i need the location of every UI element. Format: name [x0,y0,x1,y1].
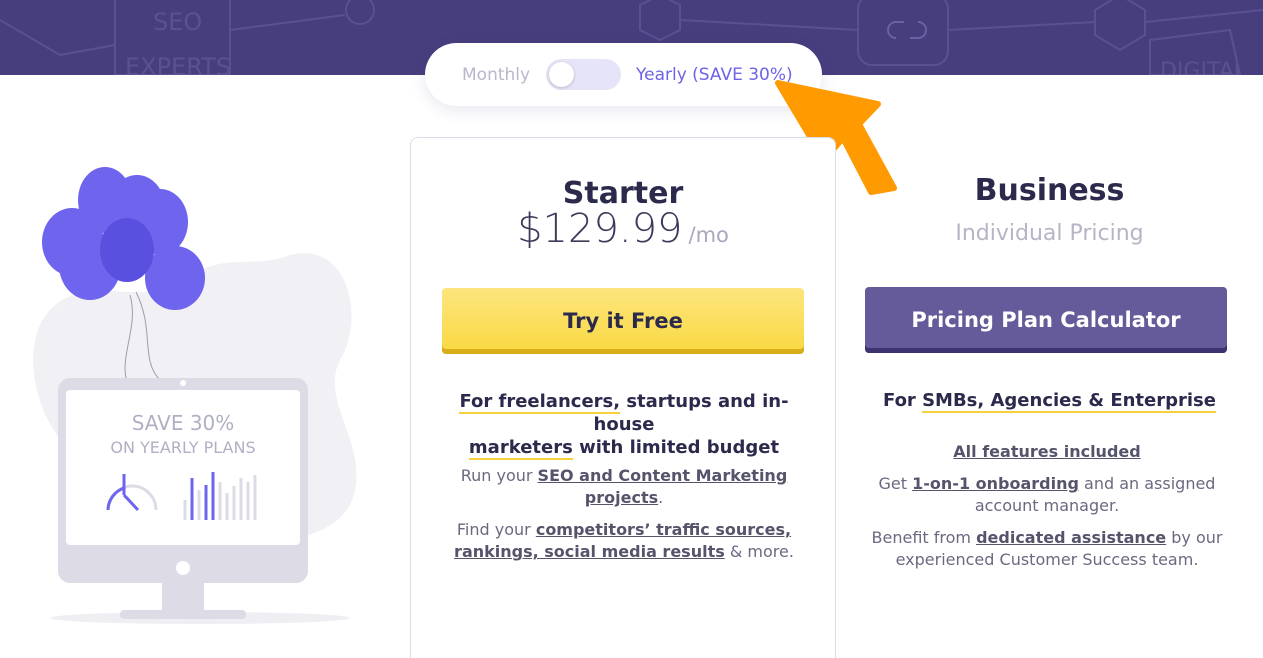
audience-text: For [883,390,923,411]
promo-line2: ON YEARLY PLANS [110,438,255,457]
business-features: All features included [862,441,1232,463]
onboarding-link[interactable]: 1-on-1 onboarding [912,474,1079,493]
hero-word-experts: EXPERTS [125,53,231,75]
price-row: $129.99/mo [411,206,835,252]
toggle-monthly-label[interactable]: Monthly [462,65,530,85]
hero-word-seo: SEO [153,8,202,36]
try-it-free-button[interactable]: Try it Free [442,288,804,354]
plan-title-business: Business [974,173,1125,208]
desc-text: Find your [456,520,536,539]
switch-knob [549,62,574,87]
plan-card-starter: Starter $129.99/mo Try it Free For freel… [410,137,836,658]
plan-card-business: Business Individual Pricing Pricing Plan… [836,137,1263,658]
audience-text-2: with limited budget [572,437,780,458]
starter-desc-2: Find your competitors’ traffic sources, … [441,519,807,563]
all-features-link[interactable]: All features included [953,442,1140,461]
desc-text: Benefit from [871,528,977,547]
price-period: /mo [688,223,729,247]
toggle-yearly-label[interactable]: Yearly (SAVE 30%) [636,65,793,85]
business-desc-2: Benefit from dedicated assistance by our… [862,527,1232,571]
starter-audience: For freelancers, startups and in-house m… [441,390,807,460]
desc-text: . [658,488,664,507]
business-subtitle: Individual Pricing [955,221,1144,246]
pricing-plan-calculator-button[interactable]: Pricing Plan Calculator [865,287,1227,353]
desc-text: Get [878,474,913,493]
audience-highlight-2: marketers [468,437,573,460]
billing-period-switch[interactable] [546,59,621,90]
audience-highlight: SMBs, Agencies & Enterprise [922,390,1216,413]
hero-word-digital: DIGITAL [1160,59,1247,75]
dedicated-assistance-link[interactable]: dedicated assistance [976,528,1166,547]
promo-illustration: SAVE 30% ON YEARLY PLANS [33,167,357,624]
promo-line1: SAVE 30% [132,411,235,435]
billing-toggle: Monthly Yearly (SAVE 30%) [425,43,822,106]
business-audience: For SMBs, Agencies & Enterprise [836,389,1263,413]
business-desc-1: Get 1-on-1 onboarding and an assigned ac… [862,473,1232,517]
starter-desc-1: Run your SEO and Content Marketing proje… [441,465,807,509]
desc-text: & more. [724,542,794,561]
price-amount: $129.99 [517,206,683,252]
desc-text: Run your [460,466,538,485]
audience-highlight-1: For freelancers, [459,391,621,414]
audience-text-1: startups and in-house [593,391,789,435]
